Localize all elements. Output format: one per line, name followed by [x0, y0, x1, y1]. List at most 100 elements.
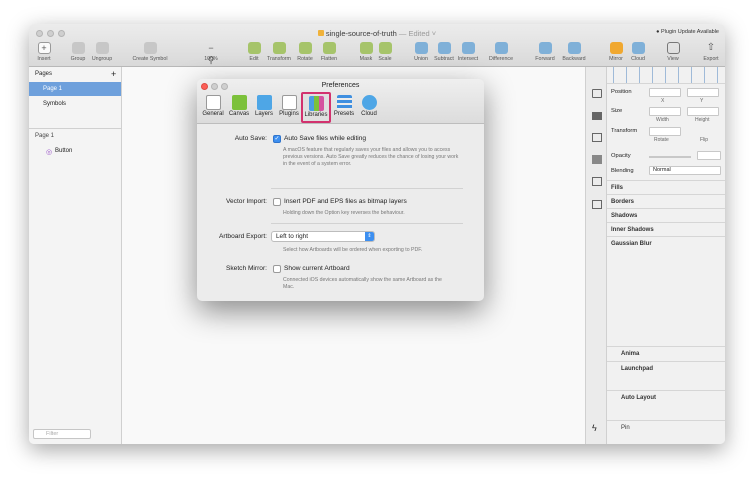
backward-button[interactable]: Backward [557, 42, 591, 62]
fills-section[interactable]: Fills [607, 180, 725, 194]
preferences-title: Preferences [321, 82, 360, 89]
insert-label: Insert [37, 56, 51, 62]
vector-import-checkbox[interactable] [273, 198, 281, 206]
cloud-icon [631, 42, 645, 54]
plugin-update-notice[interactable]: ● Plugin Update Available [656, 29, 719, 35]
group-label: Group [70, 56, 86, 62]
view-label: View [667, 56, 679, 62]
flatten-button[interactable]: Flatten [312, 42, 346, 62]
y-input[interactable] [687, 88, 719, 97]
grid-icon[interactable] [592, 155, 602, 164]
layout-icon[interactable] [592, 133, 602, 142]
intersect-icon [461, 42, 475, 54]
x-input[interactable] [649, 88, 681, 97]
add-page-icon[interactable]: + [111, 69, 116, 79]
symbol-instance-icon: ◎ [46, 149, 53, 156]
tab-cloud[interactable]: Cloud [356, 93, 382, 117]
scale-button[interactable]: Scale [368, 42, 402, 62]
tab-plugins-label: Plugins [279, 111, 299, 117]
chevron-updown-icon: ⇕ [365, 232, 374, 241]
cloud-button[interactable]: Cloud [621, 42, 655, 62]
add-artboard-icon[interactable] [592, 200, 602, 209]
upload-icon[interactable] [592, 89, 602, 98]
zoom-control[interactable]: − ⚲ +100% [194, 42, 228, 77]
edit-label: Edit [249, 56, 259, 62]
opacity-label: Opacity [611, 153, 631, 159]
position-label: Position [611, 89, 632, 95]
cloud-icon [361, 95, 377, 110]
scale-label: Scale [378, 56, 392, 62]
align-toolbar[interactable] [607, 67, 725, 84]
crop-icon[interactable] [592, 177, 602, 186]
group-icon [71, 42, 85, 54]
gaussian-blur-section[interactable]: Gaussian Blur [607, 236, 725, 250]
inner-shadows-section[interactable]: Inner Shadows [607, 222, 725, 236]
tab-plugins[interactable]: Plugins [276, 93, 302, 117]
page-item-symbols[interactable]: Symbols [29, 97, 121, 111]
view-button[interactable]: View [656, 42, 690, 62]
launchpad-panel[interactable]: Launchpad [607, 361, 725, 375]
pin-panel[interactable]: Pin [607, 420, 725, 434]
anima-panel[interactable]: Anima [607, 346, 725, 360]
tab-presets-label: Presets [333, 111, 355, 117]
title-bar: single-source-of-truth — Edited ˅ ● Plug… [29, 24, 725, 77]
shadows-section[interactable]: Shadows [607, 208, 725, 222]
page-item-page1[interactable]: Page 1 [29, 82, 121, 96]
plugin-strip: ϟ [585, 67, 606, 444]
artboard-export-value: Left to right [276, 233, 308, 240]
subtract-icon [437, 42, 451, 54]
edit-icon [247, 42, 261, 54]
inspector-panel: Position X Y Size Width Height Transform… [606, 67, 725, 444]
auto-layout-panel[interactable]: Auto Layout [607, 390, 725, 404]
opacity-input[interactable] [697, 151, 721, 160]
difference-button[interactable]: Difference [484, 42, 518, 62]
export-label: Export [703, 56, 719, 62]
general-icon [205, 95, 221, 110]
tab-libraries[interactable]: Libraries [301, 92, 331, 123]
export-button[interactable]: ⇧ Export [694, 42, 725, 62]
create-symbol-label: Create Symbol [132, 56, 168, 62]
sketch-mirror-checkbox[interactable] [273, 265, 281, 273]
ungroup-button[interactable]: Ungroup [85, 42, 119, 62]
auto-save-label: Auto Save: [234, 135, 267, 142]
difference-icon [494, 42, 508, 54]
artboard-export-select[interactable]: Left to right ⇕ [271, 231, 375, 242]
tab-general[interactable]: General [200, 93, 226, 117]
edited-status: — Edited ˅ [398, 29, 437, 38]
lightning-icon[interactable]: ϟ [592, 423, 597, 433]
sketch-file-icon [317, 30, 324, 36]
tab-layers[interactable]: Layers [251, 93, 277, 117]
transform-icon [272, 42, 286, 54]
tab-layers-label: Layers [254, 111, 273, 117]
libraries-icon [308, 96, 324, 111]
intersect-button[interactable]: Intersect [451, 42, 485, 62]
printer-icon[interactable] [592, 112, 602, 120]
vector-import-text: Insert PDF and EPS files as bitmap layer… [284, 198, 407, 205]
divider [271, 188, 463, 189]
presets-icon [336, 95, 352, 110]
ungroup-icon [95, 42, 109, 54]
opacity-slider[interactable] [649, 156, 691, 158]
layers-header: Page 1 [35, 133, 55, 139]
filter-input[interactable]: Filter [33, 429, 91, 439]
height-input[interactable] [687, 107, 719, 116]
rotate-icon [298, 42, 312, 54]
rotate-input[interactable] [649, 127, 681, 136]
ungroup-label: Ungroup [91, 56, 113, 62]
create-symbol-button[interactable]: Create Symbol [127, 42, 173, 62]
plus-icon: + [37, 42, 51, 54]
layer-item-button[interactable]: Button [29, 144, 121, 158]
tab-canvas-label: Canvas [228, 111, 250, 117]
auto-save-hint: A macOS feature that regularly saves you… [283, 147, 459, 167]
auto-save-checkbox[interactable]: ✓ [273, 135, 281, 143]
tab-canvas[interactable]: Canvas [226, 93, 252, 117]
artboard-export-label: Artboard Export: [218, 233, 267, 240]
insert-button[interactable]: + Insert [29, 42, 61, 62]
magnifier-icon: − ⚲ + [207, 43, 215, 77]
preferences-dialog: Preferences General Canvas Layers Plugin… [197, 79, 484, 301]
blending-select[interactable]: Normal [649, 166, 721, 175]
tab-presets[interactable]: Presets [331, 93, 357, 117]
borders-section[interactable]: Borders [607, 194, 725, 208]
document-title[interactable]: single-source-of-truth — Edited ˅ [29, 29, 725, 38]
width-input[interactable] [649, 107, 681, 116]
